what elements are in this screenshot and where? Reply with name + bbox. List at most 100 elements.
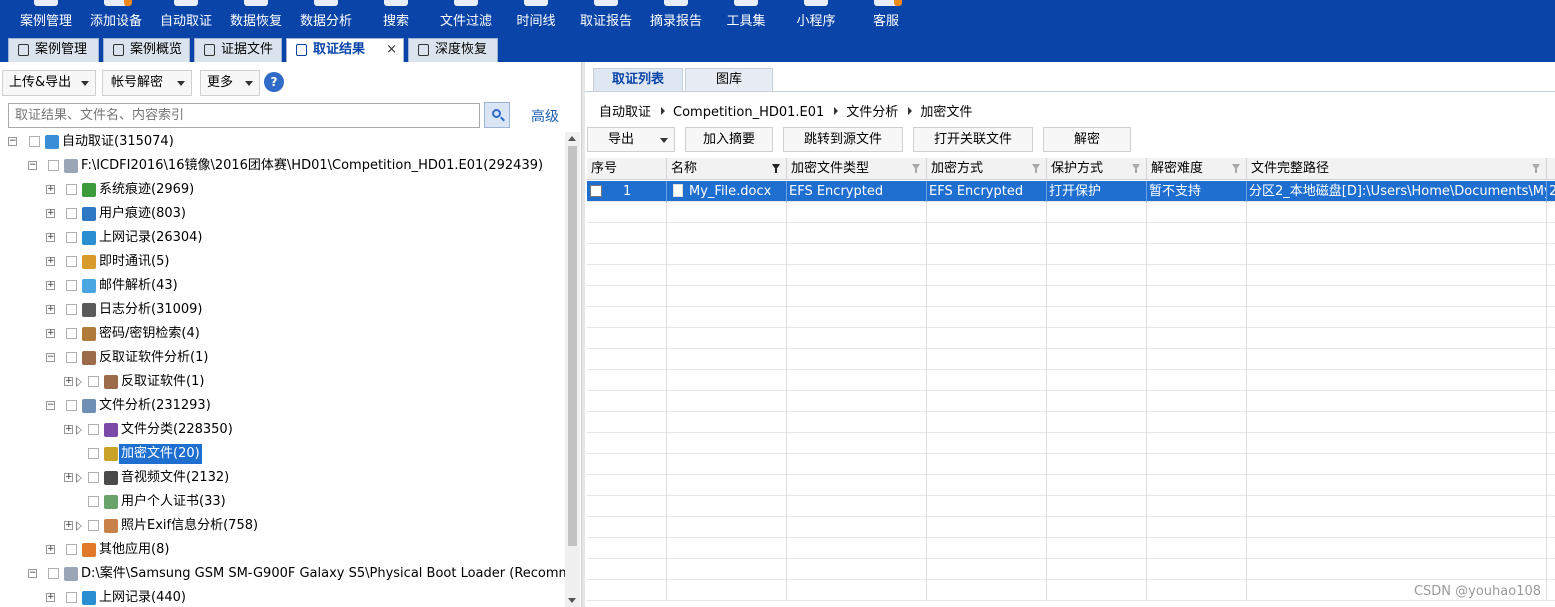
column-header-encryption-method[interactable]: 加密方式 bbox=[927, 158, 1047, 180]
tree-node-label[interactable]: 密码/密钥检索(4) bbox=[97, 324, 202, 344]
tree-node-label[interactable]: F:\ICDFI2016\16镜像\2016团体赛\HD01\Competiti… bbox=[79, 156, 545, 176]
tree-node-label[interactable]: 文件分类(228350) bbox=[119, 420, 235, 440]
upload-export-dropdown[interactable]: 上传&导出 bbox=[2, 70, 96, 96]
expand-icon[interactable]: + bbox=[64, 473, 73, 482]
expand-icon[interactable]: + bbox=[46, 257, 55, 266]
tree-node-label[interactable]: 上网记录(26304) bbox=[97, 228, 205, 248]
tab-gallery[interactable]: 图库 bbox=[685, 68, 773, 92]
tree-checkbox[interactable] bbox=[88, 496, 99, 507]
tree-checkbox[interactable] bbox=[66, 184, 77, 195]
tree-node-label[interactable]: 反取证软件(1) bbox=[119, 372, 206, 392]
tree-checkbox[interactable] bbox=[66, 232, 77, 243]
filter-icon[interactable] bbox=[1232, 164, 1240, 173]
tree-node-label[interactable]: 用户痕迹(803) bbox=[97, 204, 188, 224]
toolbar-file-filter-button[interactable]: 文件过滤 bbox=[436, 0, 496, 36]
tree-checkbox[interactable] bbox=[66, 280, 77, 291]
collapse-icon[interactable]: − bbox=[28, 161, 37, 170]
tree-node-label[interactable]: 系统痕迹(2969) bbox=[97, 180, 196, 200]
jump-to-source-button[interactable]: 跳转到源文件 bbox=[783, 127, 903, 152]
tree-checkbox[interactable] bbox=[66, 304, 77, 315]
expand-icon[interactable]: + bbox=[46, 233, 55, 242]
toolbar-mini-program-button[interactable]: 小程序 bbox=[788, 0, 844, 36]
tree-checkbox[interactable] bbox=[48, 568, 59, 579]
toolbar-case-management-button[interactable]: 案例管理 bbox=[16, 0, 76, 36]
row-checkbox[interactable] bbox=[590, 185, 602, 197]
add-excerpt-button[interactable]: 加入摘要 bbox=[685, 127, 773, 152]
search-button[interactable] bbox=[484, 102, 510, 128]
collapse-icon[interactable]: − bbox=[8, 137, 17, 146]
tree-node-label[interactable]: 反取证软件分析(1) bbox=[97, 348, 210, 368]
tree-node-label[interactable]: 其他应用(8) bbox=[97, 540, 171, 560]
tree-checkbox[interactable] bbox=[88, 448, 99, 459]
toolbar-excerpt-report-button[interactable]: 摘录报告 bbox=[646, 0, 706, 36]
column-header-name[interactable]: 名称 bbox=[667, 158, 787, 180]
tree-checkbox[interactable] bbox=[66, 544, 77, 555]
expand-icon[interactable]: + bbox=[46, 593, 55, 602]
tree-checkbox[interactable] bbox=[88, 376, 99, 387]
filter-icon[interactable] bbox=[772, 164, 780, 173]
tree-scrollbar[interactable] bbox=[565, 132, 580, 607]
open-related-file-button[interactable]: 打开关联文件 bbox=[913, 127, 1033, 152]
tree-node-label[interactable]: 自动取证(315074) bbox=[60, 132, 176, 152]
search-input[interactable] bbox=[8, 103, 480, 128]
collapse-icon[interactable]: − bbox=[46, 401, 55, 410]
decrypt-button[interactable]: 解密 bbox=[1043, 127, 1131, 152]
tree-node-label[interactable]: 邮件解析(43) bbox=[97, 276, 180, 296]
filter-icon[interactable] bbox=[1032, 164, 1040, 173]
tab-evidence-files[interactable]: 证据文件 bbox=[194, 38, 282, 62]
toolbar-data-recovery-button[interactable]: 数据恢复 bbox=[226, 0, 286, 36]
tree-checkbox[interactable] bbox=[66, 352, 77, 363]
tab-forensic-results[interactable]: 取证结果 × bbox=[286, 38, 404, 63]
filter-icon[interactable] bbox=[1532, 164, 1540, 173]
toolbar-data-analysis-button[interactable]: 数据分析 bbox=[296, 0, 356, 36]
expand-icon[interactable]: + bbox=[64, 377, 73, 386]
help-icon[interactable]: ? bbox=[264, 72, 284, 92]
table-row[interactable]: 1 My_File.docx EFS Encrypted EFS Encrypt… bbox=[587, 181, 1555, 202]
expand-icon[interactable]: + bbox=[46, 185, 55, 194]
tree-checkbox[interactable] bbox=[88, 424, 99, 435]
tree-checkbox[interactable] bbox=[66, 400, 77, 411]
column-header-difficulty[interactable]: 解密难度 bbox=[1147, 158, 1247, 180]
tree-checkbox[interactable] bbox=[88, 472, 99, 483]
column-header-full-path[interactable]: 文件完整路径 bbox=[1247, 158, 1547, 180]
column-header-index[interactable]: 序号 bbox=[587, 158, 667, 180]
breadcrumb-item[interactable]: 加密文件 bbox=[920, 105, 972, 120]
tree-node-label[interactable]: 即时通讯(5) bbox=[97, 252, 171, 272]
toolbar-toolkit-button[interactable]: 工具集 bbox=[720, 0, 772, 36]
expand-icon[interactable]: + bbox=[46, 545, 55, 554]
expand-icon[interactable]: + bbox=[64, 425, 73, 434]
account-decrypt-dropdown[interactable]: 帐号解密 bbox=[102, 70, 192, 96]
tree-checkbox[interactable] bbox=[66, 208, 77, 219]
toolbar-timeline-button[interactable]: 时间线 bbox=[510, 0, 562, 36]
toolbar-customer-service-button[interactable]: 客服 bbox=[862, 0, 910, 36]
tree-checkbox[interactable] bbox=[66, 592, 77, 603]
more-dropdown[interactable]: 更多 bbox=[200, 70, 260, 96]
expand-icon[interactable]: + bbox=[46, 305, 55, 314]
expand-icon[interactable]: + bbox=[46, 329, 55, 338]
tab-case-management[interactable]: 案例管理 bbox=[8, 38, 99, 62]
tree-checkbox[interactable] bbox=[66, 256, 77, 267]
expand-icon[interactable]: + bbox=[64, 521, 73, 530]
tree-checkbox[interactable] bbox=[88, 520, 99, 531]
tree-node-label[interactable]: 加密文件(20) bbox=[119, 444, 202, 464]
toolbar-forensic-report-button[interactable]: 取证报告 bbox=[576, 0, 636, 36]
toolbar-auto-forensics-button[interactable]: 自动取证 bbox=[156, 0, 216, 36]
tab-evidence-list[interactable]: 取证列表 bbox=[593, 68, 683, 92]
tree-node-label[interactable]: 文件分析(231293) bbox=[97, 396, 213, 416]
filter-icon[interactable] bbox=[912, 164, 920, 173]
filter-icon[interactable] bbox=[1132, 164, 1140, 173]
tree-checkbox[interactable] bbox=[66, 328, 77, 339]
scroll-up-icon[interactable] bbox=[568, 136, 576, 141]
scrollbar-thumb[interactable] bbox=[568, 146, 577, 546]
tab-deep-recovery[interactable]: 深度恢复 bbox=[408, 38, 498, 62]
tree-node-label[interactable]: 照片Exif信息分析(758) bbox=[119, 516, 260, 536]
tree-checkbox[interactable] bbox=[48, 160, 59, 171]
toolbar-search-button[interactable]: 搜索 bbox=[370, 0, 422, 36]
column-header-encryption-type[interactable]: 加密文件类型 bbox=[787, 158, 927, 180]
column-header-protection[interactable]: 保护方式 bbox=[1047, 158, 1147, 180]
tree-node-label[interactable]: D:\案件\Samsung GSM SM-G900F Galaxy S5\Phy… bbox=[79, 564, 565, 584]
tree-node-label[interactable]: 上网记录(440) bbox=[97, 588, 188, 607]
tree-node-label[interactable]: 用户个人证书(33) bbox=[119, 492, 228, 512]
expand-icon[interactable]: + bbox=[46, 209, 55, 218]
tree-checkbox[interactable] bbox=[29, 136, 40, 147]
